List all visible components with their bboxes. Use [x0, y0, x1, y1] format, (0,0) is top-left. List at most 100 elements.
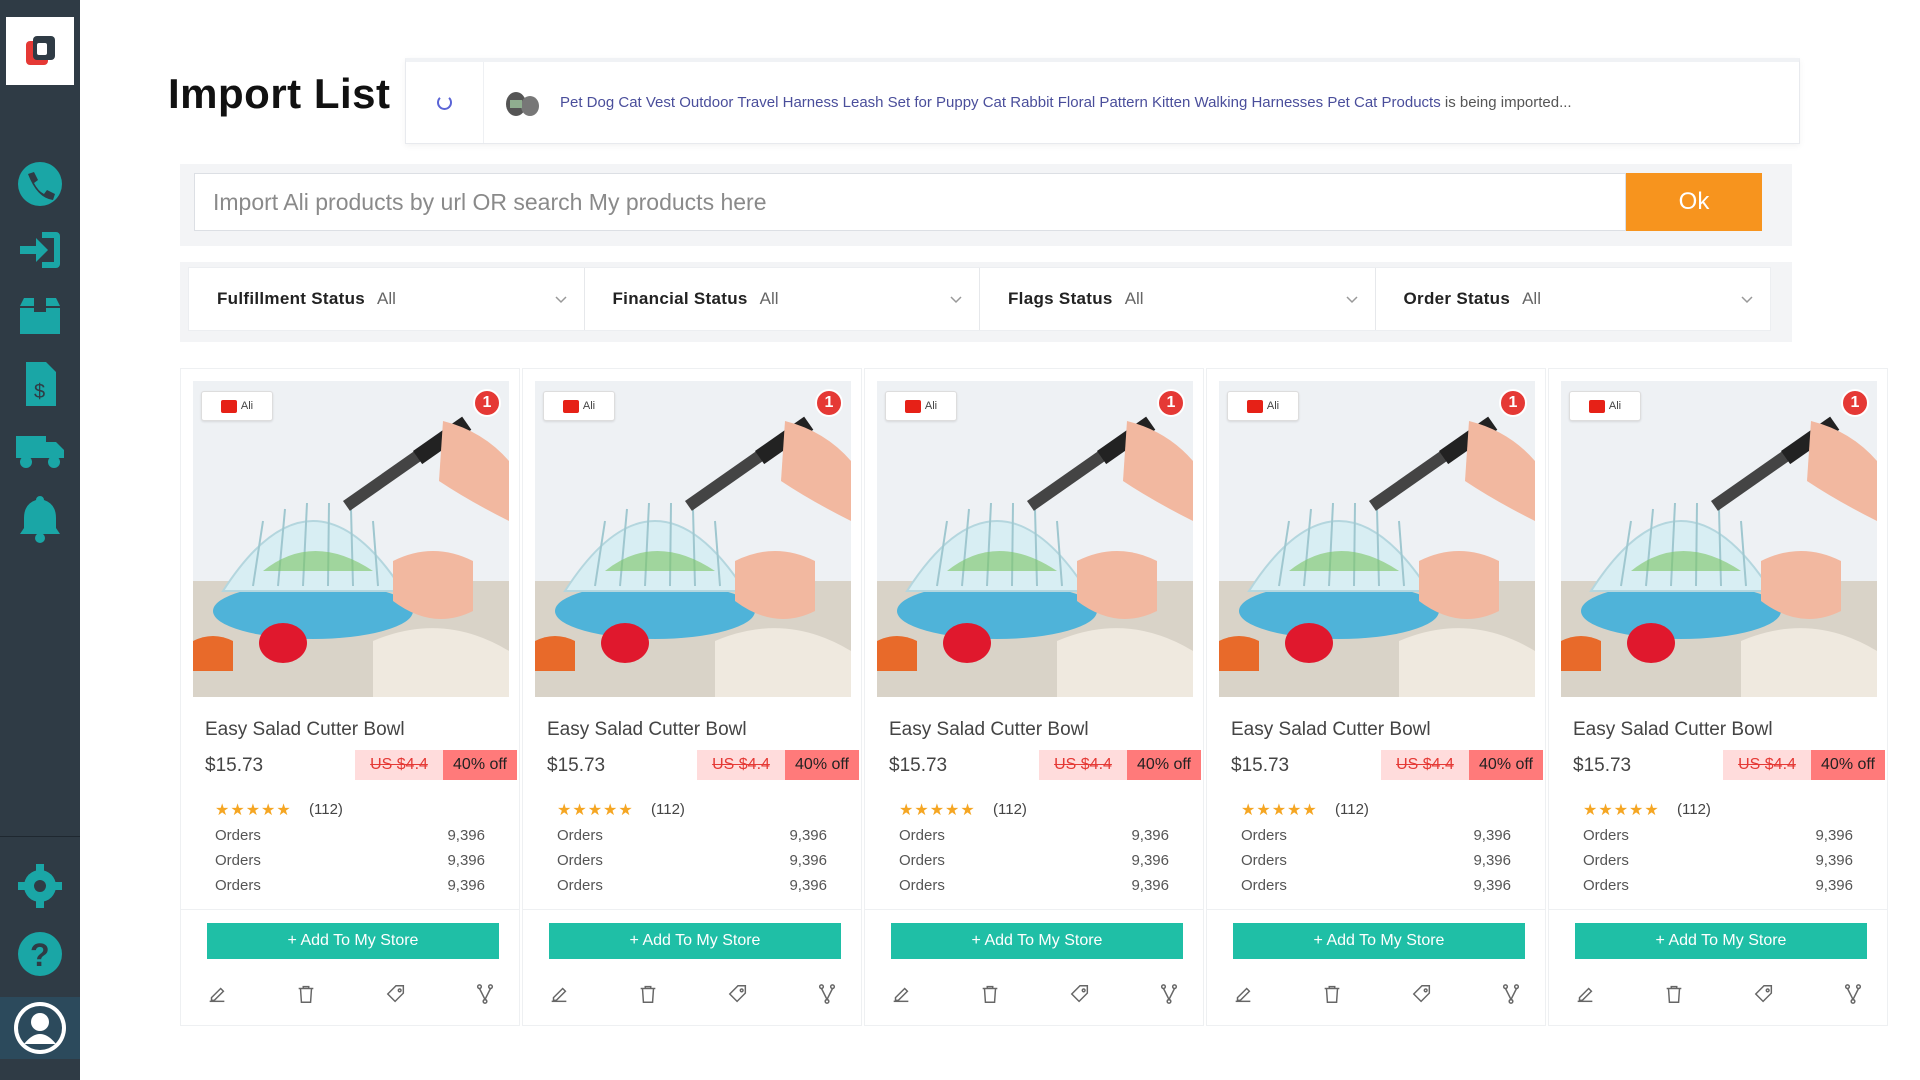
- filter-value: All: [377, 289, 396, 308]
- stat-value: 9,396: [1473, 852, 1511, 869]
- invoice-icon[interactable]: $: [0, 356, 80, 412]
- card-actions: [547, 979, 839, 1009]
- product-price: $15.73: [1573, 755, 1632, 776]
- card-actions: [1573, 979, 1865, 1009]
- stat-label: Orders: [1583, 877, 1629, 894]
- product-price: $15.73: [547, 755, 606, 776]
- product-image[interactable]: Ali 1: [1219, 381, 1535, 697]
- chevron-down-icon: [554, 296, 567, 304]
- stat-value: 9,396: [789, 852, 827, 869]
- tag-icon[interactable]: [384, 982, 408, 1006]
- stat-value: 9,396: [1131, 852, 1169, 869]
- aliexpress-logo-icon: [562, 399, 579, 413]
- add-to-store-button[interactable]: + Add To My Store: [1233, 923, 1525, 959]
- add-to-store-button[interactable]: + Add To My Store: [207, 923, 499, 959]
- source-label: Ali: [1266, 400, 1280, 412]
- edit-icon[interactable]: [547, 982, 571, 1006]
- add-to-store-button[interactable]: + Add To My Store: [549, 923, 841, 959]
- stat-row: Orders 9,396: [1241, 852, 1511, 869]
- source-label: Ali: [240, 400, 254, 412]
- trash-icon[interactable]: [294, 982, 318, 1006]
- stat-label: Orders: [557, 827, 603, 844]
- stat-row: Orders 9,396: [215, 852, 485, 869]
- product-image[interactable]: Ali 1: [193, 381, 509, 697]
- trash-icon[interactable]: [978, 982, 1002, 1006]
- rating-stars: ★★★★★: [215, 802, 292, 819]
- card-actions: [205, 979, 497, 1009]
- add-to-store-button[interactable]: + Add To My Store: [891, 923, 1183, 959]
- tag-icon[interactable]: [1068, 982, 1092, 1006]
- filter-order-status[interactable]: Order Status All: [1376, 268, 1771, 330]
- original-price: US $4.4: [697, 750, 785, 780]
- tag-icon[interactable]: [726, 982, 750, 1006]
- product-card: Ali 1 Easy Salad Cutter Bowl $15.73 US $…: [522, 368, 862, 1026]
- tag-icon[interactable]: [1752, 982, 1776, 1006]
- review-count: (112): [309, 801, 343, 818]
- split-icon[interactable]: [1499, 982, 1523, 1006]
- stat-value: 9,396: [447, 852, 485, 869]
- stat-value: 9,396: [789, 877, 827, 894]
- source-badge: Ali: [885, 391, 957, 421]
- box-icon[interactable]: [0, 288, 80, 344]
- filter-value: All: [759, 289, 779, 308]
- split-icon[interactable]: [1841, 982, 1865, 1006]
- stat-value: 9,396: [1815, 852, 1853, 869]
- stat-row: Orders 9,396: [899, 877, 1169, 894]
- filter-fulfillment-status[interactable]: Fulfillment Status All: [189, 268, 585, 330]
- product-title[interactable]: Easy Salad Cutter Bowl: [889, 719, 1089, 741]
- trash-icon[interactable]: [1662, 982, 1686, 1006]
- edit-icon[interactable]: [205, 982, 229, 1006]
- stat-label: Orders: [215, 852, 261, 869]
- split-icon[interactable]: [815, 982, 839, 1006]
- page-title: Import List: [168, 70, 391, 117]
- notification-count-badge: 1: [1841, 389, 1869, 417]
- import-status-text: Pet Dog Cat Vest Outdoor Travel Harness …: [560, 94, 1572, 111]
- product-card: Ali 1 Easy Salad Cutter Bowl $15.73 US $…: [1548, 368, 1888, 1026]
- stat-row: Orders 9,396: [1241, 827, 1511, 844]
- stat-value: 9,396: [1131, 877, 1169, 894]
- product-price: $15.73: [889, 755, 948, 776]
- add-to-store-button[interactable]: + Add To My Store: [1575, 923, 1867, 959]
- trash-icon[interactable]: [1320, 982, 1344, 1006]
- filter-label: Order Status: [1403, 289, 1511, 308]
- bell-icon[interactable]: [0, 490, 80, 546]
- product-title[interactable]: Easy Salad Cutter Bowl: [1573, 719, 1773, 741]
- stat-row: Orders 9,396: [899, 852, 1169, 869]
- search-bar: Ok: [180, 164, 1792, 246]
- filter-label: Financial Status: [612, 289, 748, 308]
- truck-icon[interactable]: [0, 422, 80, 478]
- stat-value: 9,396: [1473, 827, 1511, 844]
- user-avatar-icon[interactable]: [0, 997, 80, 1059]
- edit-icon[interactable]: [1573, 982, 1597, 1006]
- source-label: Ali: [582, 400, 596, 412]
- import-icon[interactable]: [0, 222, 80, 278]
- filter-flags-status[interactable]: Flags Status All: [980, 268, 1376, 330]
- help-icon[interactable]: ?: [0, 926, 80, 982]
- gear-icon[interactable]: [0, 858, 80, 914]
- edit-icon[interactable]: [1231, 982, 1255, 1006]
- stat-value: 9,396: [447, 877, 485, 894]
- source-badge: Ali: [201, 391, 273, 421]
- tag-icon[interactable]: [1410, 982, 1434, 1006]
- notification-count-badge: 1: [1499, 389, 1527, 417]
- split-icon[interactable]: [473, 982, 497, 1006]
- aliexpress-logo-icon: [1588, 399, 1605, 413]
- product-title[interactable]: Easy Salad Cutter Bowl: [205, 719, 405, 741]
- ok-button[interactable]: Ok: [1626, 173, 1762, 231]
- product-image[interactable]: Ali 1: [1561, 381, 1877, 697]
- product-title[interactable]: Easy Salad Cutter Bowl: [547, 719, 747, 741]
- importing-product-name: Pet Dog Cat Vest Outdoor Travel Harness …: [560, 94, 1441, 111]
- card-actions: [1231, 979, 1523, 1009]
- app-logo-icon[interactable]: [6, 17, 74, 85]
- stat-label: Orders: [1241, 852, 1287, 869]
- split-icon[interactable]: [1157, 982, 1181, 1006]
- product-title[interactable]: Easy Salad Cutter Bowl: [1231, 719, 1431, 741]
- product-image[interactable]: Ali 1: [535, 381, 851, 697]
- search-input[interactable]: [194, 173, 1626, 231]
- phone-icon[interactable]: [0, 156, 80, 212]
- product-image[interactable]: Ali 1: [877, 381, 1193, 697]
- trash-icon[interactable]: [636, 982, 660, 1006]
- rating-stars: ★★★★★: [899, 802, 976, 819]
- edit-icon[interactable]: [889, 982, 913, 1006]
- filter-financial-status[interactable]: Financial Status All: [585, 268, 980, 330]
